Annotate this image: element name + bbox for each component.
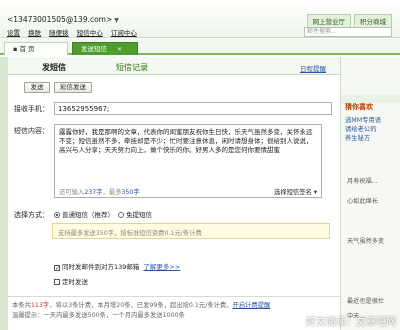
fee-notice: 支持最多发送350字，按标准短信资费0.1元/条计费 — [52, 223, 330, 239]
counter-remaining: 237字 — [84, 189, 103, 196]
link-skin[interactable]: 换肤 — [28, 29, 41, 37]
schedule-reminder-link[interactable]: 日程提醒 — [300, 63, 326, 73]
tab-send[interactable]: 发短信 — [42, 62, 66, 73]
signature-select[interactable]: 选择短信签名 ▾ — [274, 187, 317, 196]
sidebar-text-1: 月寿祝福... — [347, 178, 378, 185]
stats-count: 113字 — [30, 302, 50, 309]
radio-free-sms[interactable]: 免提短信 — [118, 209, 152, 219]
stats-prefix: 本条共 — [12, 302, 31, 309]
chevron-down-icon: ▾ — [313, 189, 317, 196]
checkbox-empty-icon — [54, 279, 60, 285]
char-counter: 还可输入237字，最多350字 — [59, 187, 140, 196]
account-selector[interactable]: <13473001505@139.com> ▼ — [7, 15, 119, 24]
watermark: 好文阅读：文章吧网 — [306, 317, 396, 328]
sidebar-title: 猜你喜欢 — [345, 103, 373, 111]
billing-reminder-link[interactable]: 开启计费提醒 — [233, 302, 271, 309]
top-links: 设置 换肤 随便拨 短信中心 订阅中心 — [7, 27, 143, 37]
stats-text: ，将以3条计费，本月增20条，已发99条，超出按0.1元/条计费。 — [49, 302, 233, 309]
method-label: 选择方式： — [14, 211, 49, 219]
link-dial[interactable]: 随便拨 — [49, 29, 69, 37]
content-textarea[interactable]: 露露你好，我是那啊的文章，代表你的闺蜜朋友祝你生日快，乐天气虽然多变，关怀永远不… — [54, 124, 322, 198]
learn-more-link[interactable]: 了解更多>> — [143, 263, 180, 271]
points-mall-button[interactable]: 积分商城 — [354, 14, 392, 28]
radio-normal-sms[interactable]: 普通短信（推荐） — [54, 209, 114, 219]
sidebar-text-4: 最近也是很忙 — [347, 298, 385, 305]
home-icon: ▪ — [13, 45, 18, 53]
chevron-down-icon: ▼ — [114, 17, 119, 24]
sidebar-item-1[interactable]: 逃MM专用语 — [345, 115, 381, 124]
sidebar-text-3: 天气虽然多变 — [347, 238, 385, 245]
sms-subnav: 发短信 短信记录 日程提醒 — [8, 57, 340, 75]
radio-normal-label: 普通短信（推荐） — [62, 211, 114, 219]
timed-send-checkbox[interactable]: 定时发送 — [54, 276, 88, 286]
link-sms-center[interactable]: 短信中心 — [77, 29, 103, 37]
sync-mail-checkbox[interactable]: ✓ 同时发邮件到对方139邮箱 了解更多>> — [54, 261, 180, 272]
counter-suffix: ，最多 — [102, 189, 122, 196]
timed-send-label: 定时发送 — [62, 278, 88, 286]
link-settings[interactable]: 设置 — [7, 29, 20, 37]
send-button[interactable]: 发送 — [24, 82, 50, 93]
tab-send-sms[interactable]: 发送短信 × — [72, 42, 138, 55]
radio-selected-icon — [54, 212, 60, 218]
warm-tip: 温馨提示：一天内最多发送500条，一个月内最多发送1000条 — [12, 312, 185, 319]
counter-max: 350字 — [121, 189, 140, 196]
top-right-buttons: 网上营业厅 积分商城 — [306, 14, 392, 28]
online-hall-button[interactable]: 网上营业厅 — [306, 14, 351, 28]
link-subscription[interactable]: 订阅中心 — [111, 29, 137, 37]
billing-stats: 本条共113字，将以3条计费，本月增20条，已发99条，超出按0.1元/条计费。… — [8, 296, 340, 309]
close-icon[interactable]: × — [117, 46, 122, 53]
sidebar-item-3[interactable]: 养生秘方 — [345, 133, 370, 142]
top-bar: <13473001505@139.com> ▼ 设置 换肤 随便拨 短信中心 订阅… — [0, 0, 400, 38]
tab-bar: ▪ 首 页 发送短信 × — [0, 39, 400, 55]
signature-label: 选择短信签名 — [274, 189, 312, 196]
radio-unselected-icon — [118, 212, 124, 218]
left-gutter — [0, 57, 8, 330]
mms-send-button[interactable]: 彩信发送 — [54, 82, 92, 93]
tab-home[interactable]: ▪ 首 页 — [4, 42, 68, 55]
recipient-input[interactable]: 13652955967; — [54, 102, 332, 115]
sidebar: 猜你喜欢 逃MM专用语 请给老公的 养生秘方 月寿祝福... 心如此绵长 天气虽… — [340, 57, 400, 330]
tab-home-label: 首 页 — [19, 45, 35, 53]
sidebar-item-2[interactable]: 请给老公的 — [345, 124, 376, 133]
account-email: <13473001505@139.com> — [7, 15, 113, 24]
checkbox-checked-icon: ✓ — [54, 265, 61, 272]
sync-mail-label: 同时发邮件到对方139邮箱 — [62, 263, 140, 271]
counter-prefix: 还可输入 — [59, 189, 85, 196]
sidebar-text-2: 心如此绵长 — [347, 198, 378, 205]
content-label: 短信内容： — [14, 127, 49, 135]
radio-free-label: 免提短信 — [126, 211, 152, 219]
mail-search-input[interactable]: 邮件搜索... — [304, 27, 392, 37]
tab-records[interactable]: 短信记录 — [116, 62, 148, 73]
tab-sms-label: 发送短信 — [81, 45, 107, 53]
recipient-label: 接收手机： — [14, 105, 49, 113]
content-text: 露露你好，我是那啊的文章，代表你的闺蜜朋友祝你生日快，乐天气虽然多变，关怀永远不… — [59, 128, 313, 154]
